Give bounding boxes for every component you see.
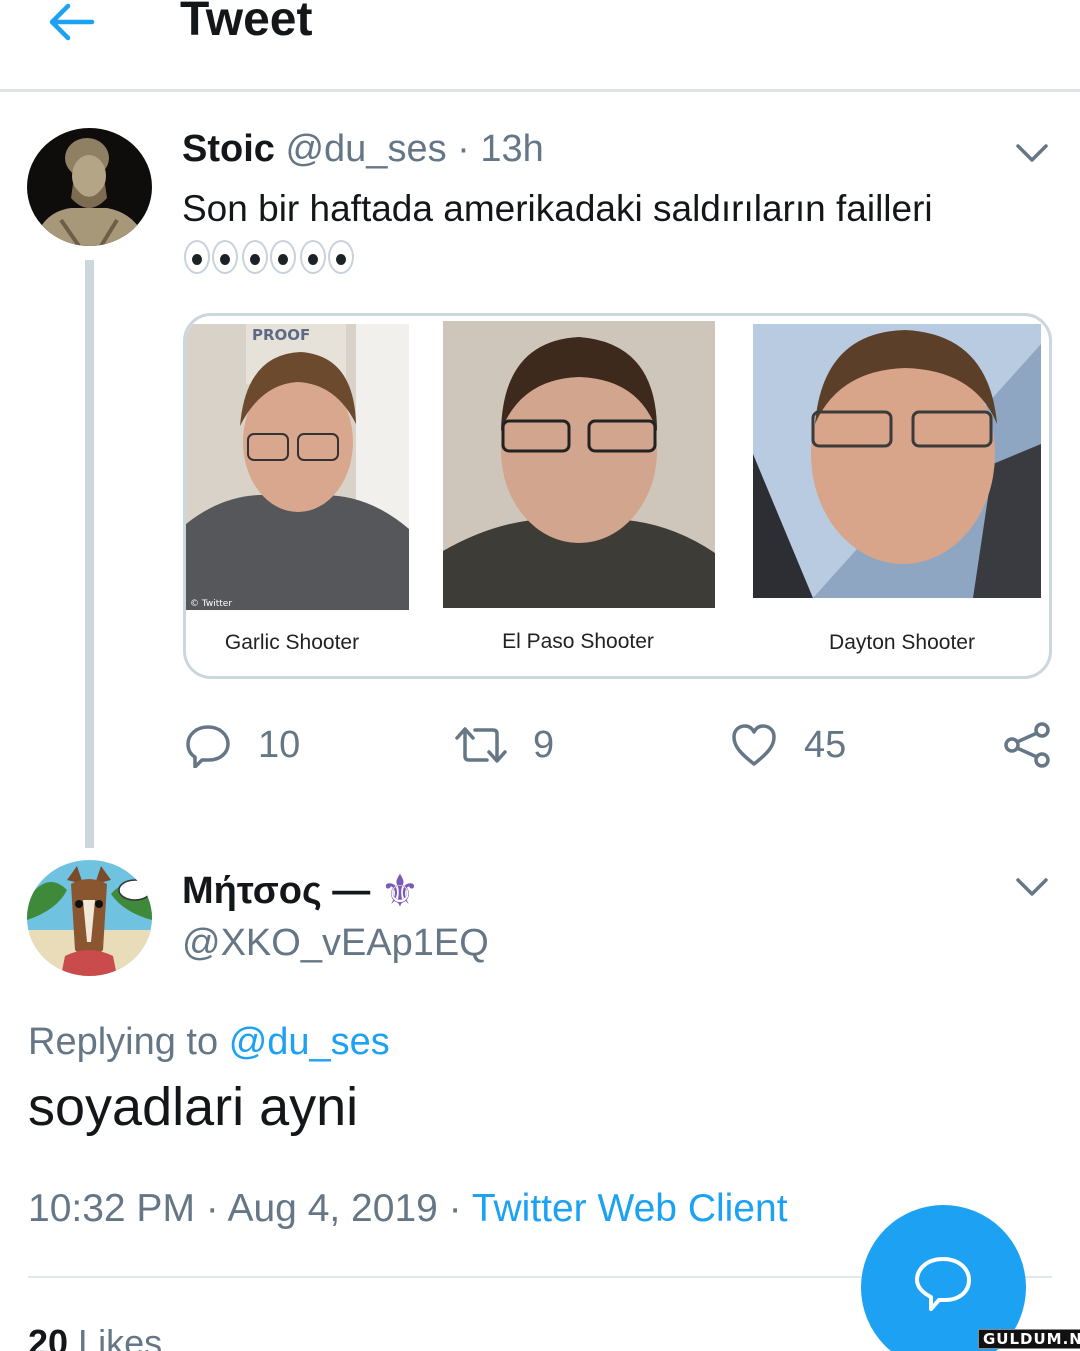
reply-options-button[interactable]	[1012, 872, 1052, 902]
reply-author-name[interactable]: Μήτσος — ⚜	[182, 866, 420, 917]
top-bar: Tweet	[0, 0, 1080, 92]
reply-author-handle[interactable]: @XKO_vEAp1EQ	[182, 922, 489, 965]
meta-separator: ·	[448, 1187, 462, 1230]
likes-label: Likes	[78, 1322, 163, 1351]
eyes-icon	[242, 240, 296, 278]
heart-icon	[732, 724, 776, 766]
reply-metadata: 10:32 PM · Aug 4, 2019 · Twitter Web Cli…	[28, 1187, 788, 1231]
like-button[interactable]: 45	[730, 720, 846, 770]
tweet-time[interactable]: 13h	[480, 128, 543, 170]
eyes-icon	[300, 240, 354, 278]
page-title: Tweet	[180, 0, 313, 46]
site-watermark: GULDUM.NET	[978, 1329, 1080, 1349]
reply-date[interactable]: Aug 4, 2019	[227, 1187, 437, 1230]
reply-button[interactable]: 10	[184, 720, 300, 770]
likes-count: 20	[28, 1322, 69, 1351]
tweet-header: Stoic @du_ses · 13h	[182, 128, 544, 171]
photo-credit: © Twitter	[190, 599, 232, 609]
eyes-icon	[184, 240, 238, 278]
source-client-link[interactable]: Twitter Web Client	[472, 1187, 788, 1230]
arrow-left-icon	[49, 3, 95, 41]
bust-avatar-image	[27, 128, 152, 246]
retweet-count: 9	[533, 723, 555, 766]
portrait-image	[443, 321, 715, 608]
author-name[interactable]: Stoic	[182, 128, 275, 170]
fleur-de-lis-icon: ⚜	[380, 866, 420, 917]
thread-connector-line	[85, 260, 94, 848]
likes-stat[interactable]: 20 Likes	[28, 1322, 162, 1351]
retweet-icon	[455, 727, 507, 763]
media-caption: El Paso Shooter	[502, 630, 654, 653]
poster-text: PROOF	[252, 326, 310, 344]
reply-author-name-text: Μήτσος —	[182, 870, 371, 912]
replying-to-line: Replying to @du_ses	[28, 1021, 390, 1064]
reply-text: soyadlari ayni	[28, 1077, 359, 1137]
meta-separator: ·	[457, 128, 470, 170]
eyes-emoji-group	[184, 240, 354, 278]
tweet-media-card[interactable]: PROOF © Twitter Garlic Shooter El Paso S…	[183, 313, 1052, 679]
chevron-down-icon	[1016, 144, 1048, 162]
reply-timestamp[interactable]: 10:32 PM	[28, 1187, 195, 1230]
avatar[interactable]	[27, 860, 152, 976]
portrait-image: PROOF © Twitter	[186, 324, 409, 610]
author-handle[interactable]: @du_ses	[285, 128, 446, 170]
retweet-button[interactable]: 9	[453, 720, 554, 770]
like-count: 45	[804, 723, 847, 766]
avatar[interactable]	[27, 128, 152, 246]
share-button[interactable]	[1002, 720, 1052, 770]
media-photo-1[interactable]: PROOF © Twitter	[186, 324, 409, 610]
share-icon	[1004, 722, 1050, 768]
media-photo-3[interactable]	[753, 324, 1041, 598]
media-photo-2[interactable]	[443, 321, 715, 608]
replying-to-handle-link[interactable]: @du_ses	[229, 1021, 390, 1063]
cartoon-horse-avatar-image	[27, 860, 152, 976]
reply-count: 10	[258, 723, 301, 766]
chevron-down-icon	[1016, 878, 1048, 896]
tweet-text: Son bir haftada amerikadaki saldırıların…	[182, 188, 933, 229]
reply-icon	[186, 725, 230, 768]
tweet-options-button[interactable]	[1012, 138, 1052, 168]
media-caption: Garlic Shooter	[224, 631, 360, 654]
back-button[interactable]	[44, 0, 100, 44]
media-caption: Dayton Shooter	[829, 631, 975, 654]
meta-separator: ·	[205, 1187, 219, 1230]
portrait-image	[753, 324, 1041, 598]
replying-to-label: Replying to	[28, 1021, 219, 1063]
